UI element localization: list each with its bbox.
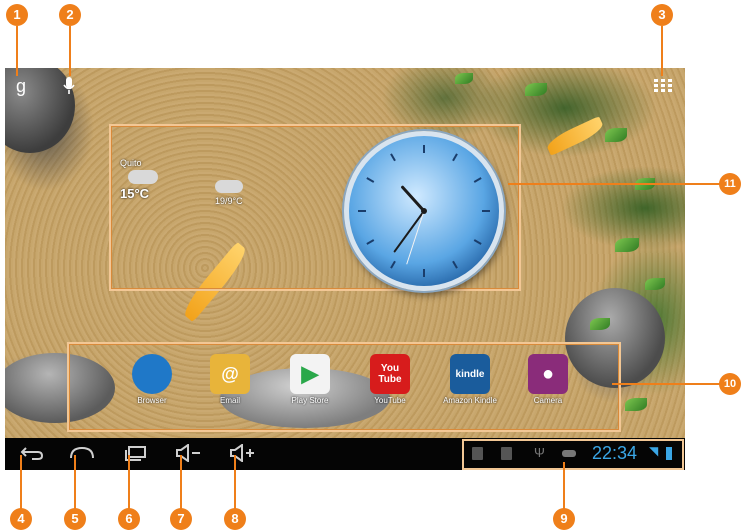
wallpaper-leaf xyxy=(615,238,639,252)
weather-forecast: 19/9°C xyxy=(215,180,243,206)
app-label: Email xyxy=(219,396,240,405)
usb-icon: Ψ xyxy=(534,445,545,460)
home-button[interactable] xyxy=(69,444,95,464)
microphone-icon xyxy=(63,77,75,94)
callout-2: 2 xyxy=(59,4,81,26)
notification-icon xyxy=(501,447,512,460)
system-bar: Ψ 22:34 ◥ xyxy=(5,438,685,470)
play-store-icon: ▶ xyxy=(290,354,330,394)
status-area[interactable]: Ψ 22:34 ◥ xyxy=(462,439,684,470)
storage-icon xyxy=(562,450,576,457)
clock-tick xyxy=(390,153,396,162)
app-play-store[interactable]: ▶ Play Store xyxy=(275,354,345,405)
wallpaper-leaf xyxy=(590,318,610,330)
wallpaper-leaf xyxy=(455,73,473,84)
home-icon xyxy=(70,446,94,459)
app-drawer-icon[interactable] xyxy=(653,76,673,96)
callout-1: 1 xyxy=(6,4,28,26)
weather-city: Quito xyxy=(120,158,142,168)
grid-icon xyxy=(654,79,672,92)
app-kindle[interactable]: kindle Amazon Kindle xyxy=(435,354,505,405)
analog-clock-widget[interactable] xyxy=(344,131,504,291)
callout-line xyxy=(612,383,720,385)
callout-line xyxy=(508,183,720,185)
callout-line xyxy=(661,26,663,76)
weather-cloud-icon xyxy=(128,170,158,184)
clock-tick xyxy=(452,153,458,162)
forecast-temperature: 19/9°C xyxy=(215,196,243,206)
camera-icon: ● xyxy=(528,354,568,394)
app-envelope[interactable]: @ Email xyxy=(195,354,265,405)
notification-icon xyxy=(472,447,483,460)
globe-icon xyxy=(132,354,172,394)
clock-tick xyxy=(473,239,482,245)
youtube-icon: You Tube xyxy=(370,354,410,394)
clock-tick xyxy=(366,239,375,245)
volume-up-button[interactable] xyxy=(229,443,255,464)
app-label: YouTube xyxy=(374,396,406,405)
tablet-screen: g Quito 15°C 19/9°C Browser @ Email ▶ Pl… xyxy=(5,68,685,470)
callout-10: 10 xyxy=(719,373,741,395)
volume-down-button[interactable] xyxy=(175,443,201,464)
callout-line xyxy=(74,455,76,510)
callout-line xyxy=(128,455,130,510)
callout-5: 5 xyxy=(64,508,86,530)
callout-4: 4 xyxy=(10,508,32,530)
callout-11: 11 xyxy=(719,173,741,195)
wallpaper-leaf xyxy=(605,128,627,142)
back-icon xyxy=(20,447,44,460)
clock-tick xyxy=(473,177,482,183)
voice-search-icon[interactable] xyxy=(59,76,79,96)
status-clock: 22:34 xyxy=(592,443,638,463)
app-label: Amazon Kindle xyxy=(443,396,497,405)
callout-line xyxy=(16,26,18,76)
app-globe[interactable]: Browser xyxy=(117,354,187,405)
app-camera[interactable]: ● Camera xyxy=(513,354,583,405)
wallpaper-leaf xyxy=(525,83,547,96)
clock-hour-hand xyxy=(401,185,426,213)
callout-3: 3 xyxy=(651,4,673,26)
forecast-cloud-icon xyxy=(215,180,243,193)
weather-temperature: 15°C xyxy=(120,186,150,201)
callout-line xyxy=(69,26,71,76)
callout-7: 7 xyxy=(170,508,192,530)
clock-minute-hand xyxy=(393,210,425,253)
clock-tick xyxy=(452,260,458,269)
clock-second-hand xyxy=(406,210,425,265)
back-button[interactable] xyxy=(19,444,45,464)
wallpaper-leaf xyxy=(645,278,665,290)
app-label: Play Store xyxy=(291,396,329,405)
callout-line xyxy=(563,462,565,510)
app-label: Camera xyxy=(533,396,563,405)
recent-apps-button[interactable] xyxy=(123,444,149,464)
wifi-icon: ◥ xyxy=(649,444,659,458)
envelope-icon: @ xyxy=(210,354,250,394)
clock-tick xyxy=(390,260,396,269)
clock-face xyxy=(358,145,490,277)
callout-8: 8 xyxy=(224,508,246,530)
callout-line xyxy=(20,455,22,510)
callout-line xyxy=(234,455,236,510)
weather-widget[interactable]: Quito 15°C xyxy=(120,158,200,201)
wallpaper-leaf xyxy=(625,398,647,411)
app-label: Browser xyxy=(137,396,167,405)
app-youtube[interactable]: You Tube YouTube xyxy=(355,354,425,405)
clock-tick xyxy=(366,177,375,183)
callout-line xyxy=(180,455,182,510)
wallpaper-fish xyxy=(544,116,606,156)
callout-6: 6 xyxy=(118,508,140,530)
battery-icon xyxy=(666,447,672,460)
kindle-icon: kindle xyxy=(450,354,490,394)
google-search-icon[interactable]: g xyxy=(11,76,31,96)
callout-9: 9 xyxy=(553,508,575,530)
